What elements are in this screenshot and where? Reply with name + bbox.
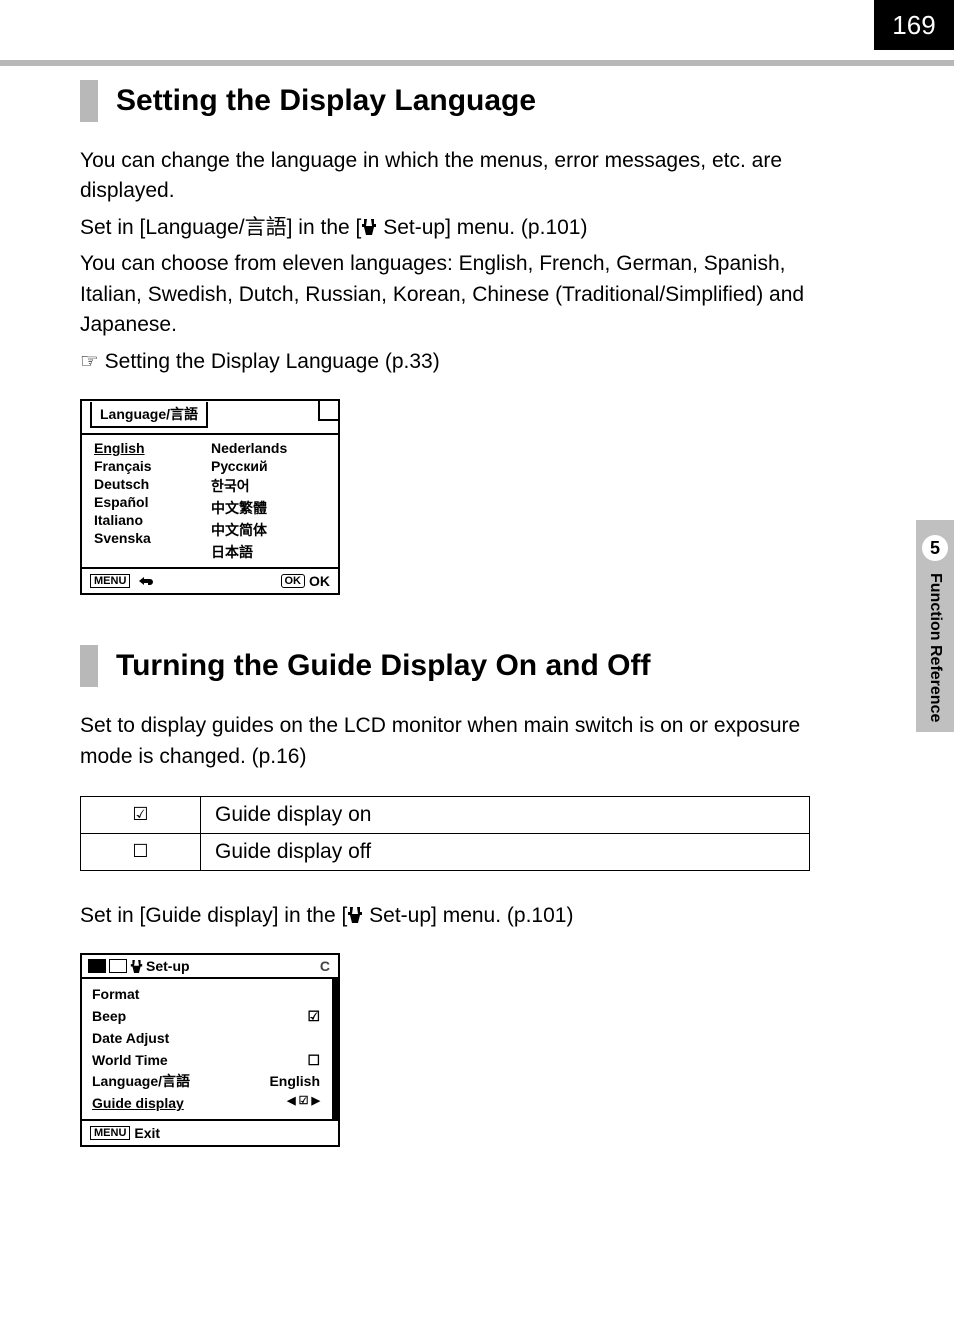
- table-row: ☑ Guide display on: [81, 796, 810, 833]
- lcd-item: Русский: [211, 457, 328, 475]
- ok-label: OK: [309, 573, 330, 589]
- lcd-footer: MENU OK OK: [82, 567, 338, 593]
- top-divider: [0, 60, 954, 66]
- tab-label-setup: Set-up: [146, 958, 190, 974]
- lcd-item: Deutsch: [94, 475, 211, 493]
- tab-custom-c: C: [320, 958, 332, 974]
- lcd-setup-value-unchecked: ☐: [269, 1049, 320, 1071]
- table-row: ☐ Guide display off: [81, 833, 810, 870]
- lcd-setup-item: World Time: [92, 1049, 269, 1071]
- lcd-language-menu: Language/言語 English Français Deutsch Esp…: [80, 399, 340, 595]
- back-arrow-icon: [134, 575, 154, 587]
- body-paragraph: Set to display guides on the LCD monitor…: [80, 711, 810, 772]
- checkbox-checked-icon: ☑: [81, 796, 201, 833]
- lcd-setup-menu: Set-up C Format Beep Date Adjust World T…: [80, 953, 340, 1146]
- setup-tool-icon: [361, 218, 377, 236]
- menu-button-icon: MENU: [90, 1126, 130, 1140]
- text-fragment: Set in [Language/言語] in the [: [80, 216, 361, 239]
- lcd-setup-value-selector: ◀ ☑ ▶: [269, 1093, 320, 1111]
- lcd-setup-item: Language/言語: [92, 1071, 269, 1093]
- body-paragraph: You can choose from eleven languages: En…: [80, 249, 810, 340]
- menu-button-icon: MENU: [90, 574, 130, 588]
- lcd-item: Italiano: [94, 511, 211, 529]
- text-fragment: Set-up] menu. (p.101): [363, 904, 573, 927]
- guide-display-table: ☑ Guide display on ☐ Guide display off: [80, 796, 810, 871]
- side-tab: 5 Function Reference: [916, 520, 954, 732]
- lcd-setup-value-checked: ☑: [269, 1005, 320, 1027]
- heading-accent-bar: [80, 80, 98, 122]
- lcd-language-col-2: Nederlands Русский 한국어 中文繁體 中文简体 日本語: [211, 439, 328, 563]
- body-paragraph-reference: ☞ Setting the Display Language (p.33): [80, 347, 810, 377]
- tab-playback-icon: [109, 959, 127, 973]
- exit-label: Exit: [134, 1125, 160, 1141]
- section-heading-guide: Turning the Guide Display On and Off: [80, 645, 810, 687]
- lcd-setup-value: [269, 1027, 320, 1049]
- lcd-setup-item: Date Adjust: [92, 1027, 269, 1049]
- lcd-header: Language/言語: [82, 401, 338, 435]
- chapter-title: Function Reference: [926, 573, 944, 722]
- text-fragment: Set in [Guide display] in the [: [80, 904, 347, 927]
- lcd-item: Español: [94, 493, 211, 511]
- lcd-setup-item: Beep: [92, 1005, 269, 1027]
- table-cell: Guide display off: [201, 833, 810, 870]
- lcd-header-corner-box: [318, 399, 340, 421]
- lcd-setup-item: Format: [92, 983, 269, 1005]
- lcd-footer: MENU Exit: [82, 1119, 338, 1145]
- lcd-setup-value: English: [269, 1071, 320, 1093]
- page-number: 169: [874, 0, 954, 50]
- lcd-setup-value: [269, 983, 320, 1005]
- lcd-item: 中文简体: [211, 519, 328, 541]
- heading-accent-bar: [80, 645, 98, 687]
- tab-camera-icon: [88, 959, 106, 973]
- body-paragraph: You can change the language in which the…: [80, 146, 810, 207]
- checkbox-unchecked-icon: ☐: [81, 833, 201, 870]
- lcd-item: 한국어: [211, 475, 328, 497]
- lcd-title: Language/言語: [90, 402, 208, 428]
- lcd-language-col-1: English Français Deutsch Español Italian…: [94, 439, 211, 563]
- lcd-item: Svenska: [94, 529, 211, 547]
- lcd-item: 中文繁體: [211, 497, 328, 519]
- section-heading-language: Setting the Display Language: [80, 80, 810, 122]
- section-title-text: Turning the Guide Display On and Off: [116, 649, 650, 683]
- setup-tool-icon: [130, 959, 143, 974]
- lcd-item-selected: English: [94, 439, 211, 457]
- text-fragment: Set-up] menu. (p.101): [377, 216, 587, 239]
- body-paragraph: Set in [Language/言語] in the [ Set-up] me…: [80, 213, 810, 243]
- body-paragraph: Set in [Guide display] in the [ Set-up] …: [80, 901, 810, 931]
- lcd-item: 日本語: [211, 541, 328, 563]
- chapter-number-badge: 5: [922, 535, 948, 561]
- lcd-tab-bar: Set-up C: [82, 955, 338, 979]
- lcd-setup-values: ☑ ☐ English ◀ ☑ ▶: [269, 983, 326, 1114]
- lcd-item: Nederlands: [211, 439, 328, 457]
- lcd-setup-labels: Format Beep Date Adjust World Time Langu…: [92, 983, 269, 1114]
- lcd-item: Français: [94, 457, 211, 475]
- lcd-setup-item-selected: Guide display: [92, 1093, 269, 1115]
- table-cell: Guide display on: [201, 796, 810, 833]
- section-title-text: Setting the Display Language: [116, 84, 536, 118]
- ok-button-icon: OK: [281, 574, 306, 588]
- setup-tool-icon: [347, 906, 363, 924]
